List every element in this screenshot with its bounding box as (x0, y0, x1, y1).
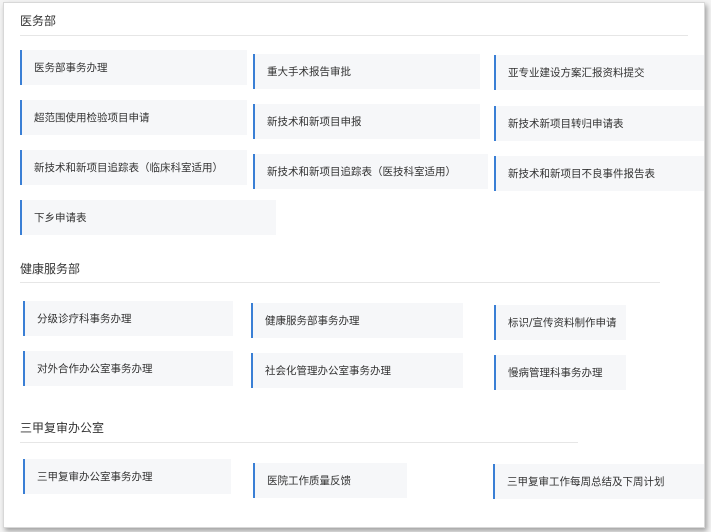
card-new-tech-declaration[interactable]: 新技术和新项目申报 (253, 104, 480, 139)
card-social-management-affairs[interactable]: 社会化管理办公室事务办理 (251, 353, 463, 388)
section-title-medical-affairs: 医务部 (20, 14, 57, 28)
section-title-health-services: 健康服务部 (20, 262, 81, 276)
card-medical-affairs[interactable]: 医务部事务办理 (20, 50, 247, 85)
card-tertiary-review-affairs[interactable]: 三甲复审办公室事务办理 (23, 459, 231, 494)
main-panel: 医务部 医务部事务办理 重大手术报告审批 亚专业建设方案汇报资料提交 超范围使用… (3, 2, 705, 528)
card-health-services-affairs[interactable]: 健康服务部事务办理 (251, 303, 463, 338)
card-external-cooperation-affairs[interactable]: 对外合作办公室事务办理 (23, 351, 233, 386)
card-new-tech-tracking-clinical[interactable]: 新技术和新项目追踪表（临床科室适用） (20, 150, 247, 185)
card-chronic-disease-affairs[interactable]: 慢病管理科事务办理 (494, 355, 626, 390)
card-countryside-application[interactable]: 下乡申请表 (20, 200, 276, 235)
card-new-tech-tracking-medtech[interactable]: 新技术和新项目追踪表（医技科室适用） (253, 154, 488, 189)
card-new-tech-adverse-event[interactable]: 新技术和新项目不良事件报告表 (494, 156, 704, 191)
card-new-tech-conversion[interactable]: 新技术新项目转归申请表 (494, 106, 704, 141)
section-divider (20, 35, 688, 36)
section-divider (20, 442, 578, 443)
card-signage-publicity-request[interactable]: 标识/宣传资料制作申请 (494, 305, 626, 340)
card-weekly-summary-plan[interactable]: 三甲复审工作每周总结及下周计划 (493, 464, 704, 499)
card-hospital-quality-feedback[interactable]: 医院工作质量反馈 (253, 463, 407, 498)
section-title-tertiary-review: 三甲复审办公室 (20, 421, 105, 435)
card-subspecialty-plan-submit[interactable]: 亚专业建设方案汇报资料提交 (494, 55, 704, 90)
card-major-surgery-approval[interactable]: 重大手术报告审批 (253, 54, 480, 89)
card-tiered-care-affairs[interactable]: 分级诊疗科事务办理 (23, 301, 233, 336)
section-divider (20, 282, 660, 283)
card-test-item-application[interactable]: 超范围使用检验项目申请 (20, 100, 247, 135)
